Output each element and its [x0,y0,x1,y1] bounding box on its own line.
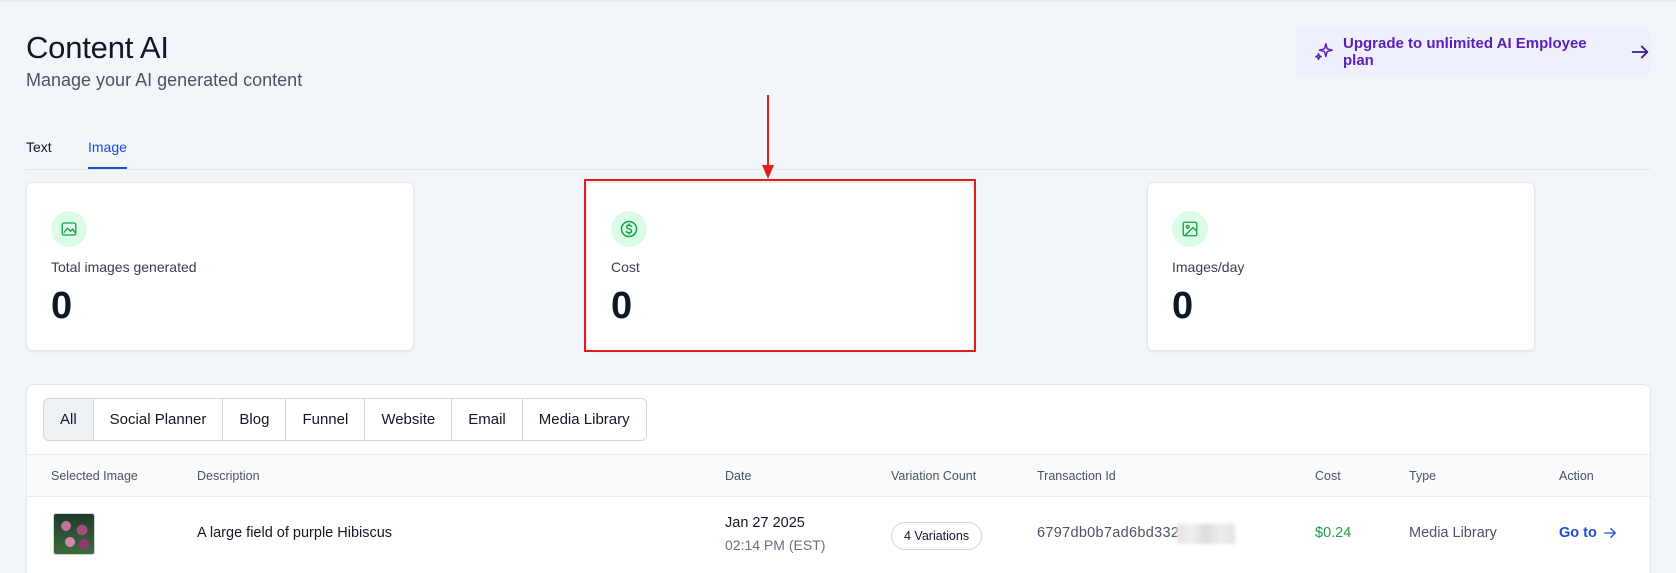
stat-label: Total images generated [51,259,197,275]
table-header: Selected Image Description Date Variatio… [27,454,1650,497]
column-header: Selected Image [51,469,138,483]
filter-media-library[interactable]: Media Library [522,399,646,440]
tab-image[interactable]: Image [88,139,127,169]
column-header: Action [1559,469,1594,483]
sparkle-icon [1313,41,1335,63]
stat-label: Cost [611,259,640,275]
column-header: Type [1409,469,1437,483]
arrow-right-icon [1603,527,1616,539]
upgrade-plan-button[interactable]: Upgrade to unlimited AI Employee plan [1295,28,1651,76]
filter-all[interactable]: All [44,399,94,440]
row-description: A large field of purple Hibiscus [197,525,393,541]
stat-value: 0 [1172,285,1194,327]
stat-value: 0 [51,285,73,327]
annotation-arrow [762,95,774,179]
table-row[interactable]: A large field of purple Hibiscus Jan 27 … [27,497,1650,573]
stat-value: 0 [611,285,633,327]
row-cost: $0.24 [1315,525,1352,541]
column-header: Transaction Id [1037,469,1116,483]
row-date: Jan 27 2025 [725,515,805,531]
row-transaction-id: 6797db0b7ad6bd332 [1037,525,1180,541]
stat-card-cost: Cost 0 [586,182,974,351]
column-header: Description [197,469,260,483]
row-type: Media Library [1409,525,1497,541]
filter-social-planner[interactable]: Social Planner [93,399,224,440]
filter-blog[interactable]: Blog [223,399,287,440]
arrow-right-icon [1629,41,1651,63]
stat-label: Images/day [1172,259,1245,275]
page-title: Content AI [26,30,169,65]
upgrade-plan-label: Upgrade to unlimited AI Employee plan [1343,35,1587,69]
image-icon [51,211,87,247]
filter-website[interactable]: Website [365,399,453,440]
content-type-tabs: Text Image [26,126,1651,170]
column-header: Variation Count [891,469,977,483]
column-header: Cost [1315,469,1341,483]
tab-text[interactable]: Text [26,139,52,155]
content-table-panel: All Social Planner Blog Funnel Website E… [26,384,1651,573]
redacted-id-blur [1177,524,1235,544]
stat-card-total-images: Total images generated 0 [26,182,414,351]
filter-funnel[interactable]: Funnel [286,399,366,440]
column-header: Date [725,469,752,483]
top-border [0,0,1676,2]
row-time: 02:14 PM (EST) [725,537,826,553]
variation-count-badge[interactable]: 4 Variations [891,522,983,550]
stat-card-images-per-day: Images/day 0 [1147,182,1535,351]
image-thumbnail[interactable] [53,513,95,555]
filter-email[interactable]: Email [452,399,523,440]
go-to-label: Go to [1559,525,1597,541]
gallery-icon [1172,211,1208,247]
go-to-link[interactable]: Go to [1559,525,1617,541]
dollar-icon [611,211,647,247]
page-subtitle: Manage your AI generated content [26,70,303,90]
source-filter-group: All Social Planner Blog Funnel Website E… [43,398,647,441]
